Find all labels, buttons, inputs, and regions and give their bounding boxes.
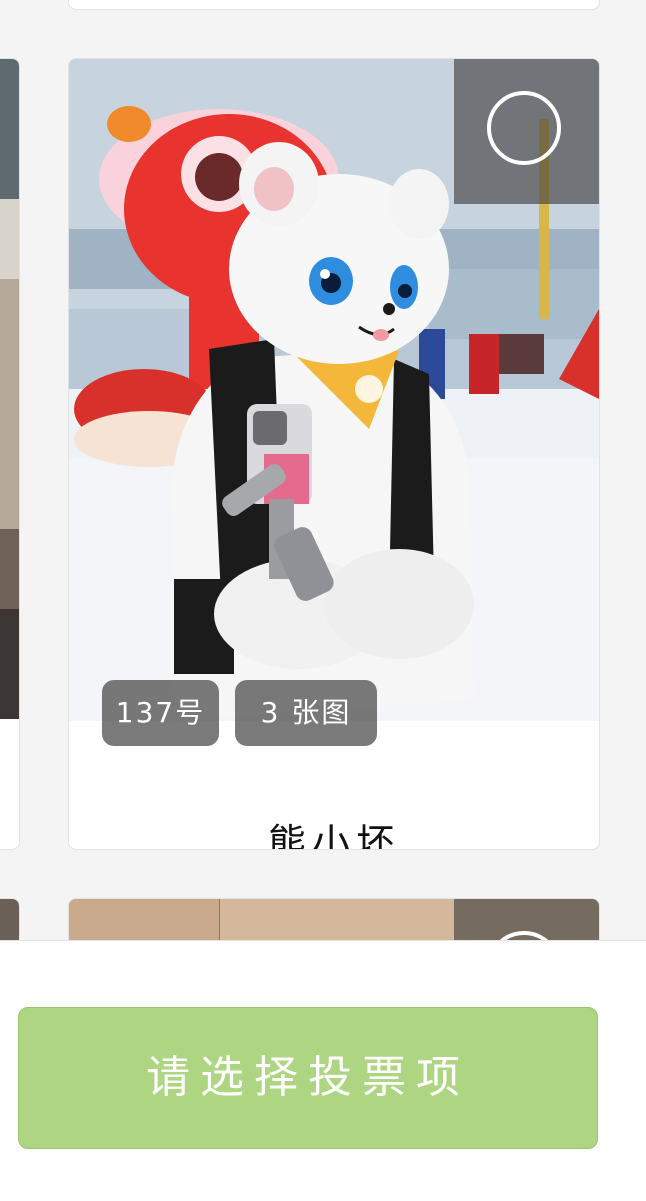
entry-photo-left-partial — [0, 59, 19, 849]
vote-button[interactable]: 请选择投票项 — [18, 1007, 598, 1149]
entry-card-left-partial[interactable] — [0, 58, 20, 850]
entry-card[interactable]: 137号 3 张图 熊小坏 — [68, 58, 600, 850]
entry-name: 熊小坏 — [267, 821, 400, 850]
bottom-action-bar: 请选择投票项 — [0, 940, 646, 1201]
select-overlay[interactable] — [454, 59, 599, 204]
entry-number-badge: 137号 — [102, 680, 219, 746]
image-count-badge[interactable]: 3 张图 — [235, 680, 377, 746]
select-radio[interactable] — [487, 91, 561, 165]
entry-card-previous[interactable] — [68, 0, 600, 10]
